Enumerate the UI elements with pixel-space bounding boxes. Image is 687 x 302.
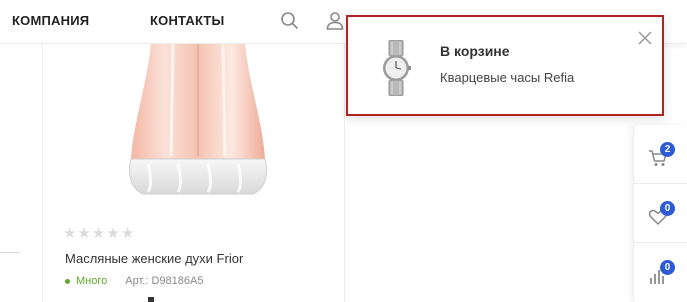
product-card[interactable]: ★ ★ ★ ★ ★ Масляные женские духи Frior Мн… (43, 44, 345, 302)
watch-thumbnail-image[interactable] (378, 40, 414, 96)
nav-link-company[interactable]: КОМПАНИЯ (12, 13, 89, 28)
star-icon[interactable]: ★ (121, 226, 134, 241)
stock-dot-icon (65, 278, 70, 284)
cart-count-badge: 2 (660, 142, 675, 157)
price-fragment (148, 297, 154, 302)
cart-button[interactable]: 2 (634, 125, 687, 184)
close-icon[interactable] (638, 31, 652, 45)
popup-product-name[interactable]: Кварцевые часы Refia (440, 70, 574, 85)
rating-stars[interactable]: ★ ★ ★ ★ ★ (63, 226, 134, 241)
favorites-button[interactable]: 0 (634, 184, 687, 243)
star-icon[interactable]: ★ (106, 226, 119, 241)
popup-title: В корзине (440, 43, 510, 59)
star-icon[interactable]: ★ (63, 226, 76, 241)
user-icon[interactable] (324, 10, 346, 32)
stock-row: Много Арт.: D98186A5 (65, 275, 203, 287)
floating-side-panel: 2 0 0 (633, 125, 687, 302)
search-icon[interactable] (279, 10, 301, 32)
left-column (0, 44, 43, 302)
compare-button[interactable]: 0 (634, 243, 687, 302)
stock-status: Много (76, 275, 108, 287)
cart-notification-popup: В корзине Кварцевые часы Refia (346, 15, 664, 116)
nav-link-contacts[interactable]: КОНТАКТЫ (150, 13, 224, 28)
compare-count-badge: 0 (660, 260, 675, 275)
star-icon[interactable]: ★ (92, 226, 105, 241)
perfume-bottle-image[interactable] (103, 44, 293, 204)
divider (0, 252, 20, 253)
product-sku: Арт.: D98186A5 (125, 275, 204, 287)
star-icon[interactable]: ★ (77, 226, 90, 241)
product-title[interactable]: Масляные женские духи Frior (65, 251, 243, 266)
favorites-count-badge: 0 (660, 201, 675, 216)
